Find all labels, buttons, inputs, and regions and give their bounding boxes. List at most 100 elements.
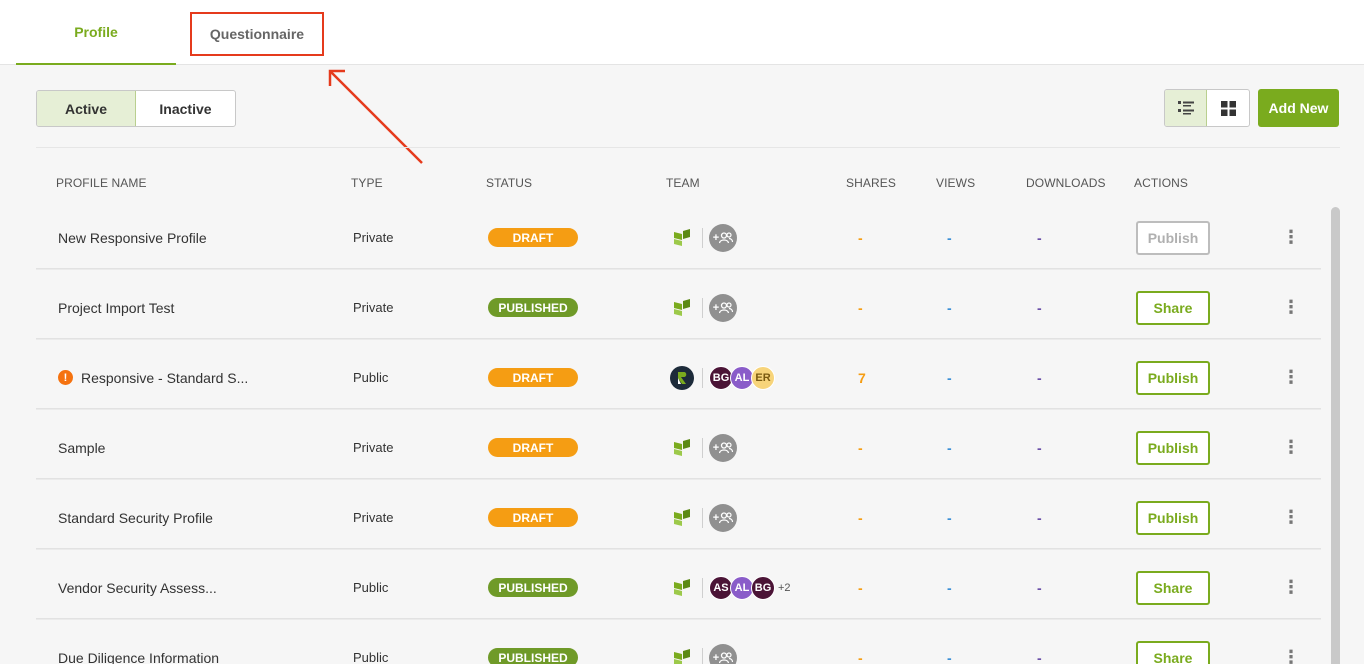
more-options-icon[interactable]: ⋮ <box>1282 627 1300 664</box>
views-count: - <box>947 299 952 316</box>
downloads-count: - <box>1037 439 1042 456</box>
profile-type: Public <box>353 650 389 664</box>
company-logo-icon <box>670 576 694 600</box>
shares-count: 7 <box>858 369 866 386</box>
team-separator <box>702 367 703 388</box>
company-logo-icon <box>670 506 694 530</box>
team-separator <box>702 437 703 458</box>
status-badge: DRAFT <box>488 228 578 247</box>
tab-questionnaire[interactable]: Questionnaire <box>190 12 324 56</box>
grid-view-button[interactable] <box>1207 90 1249 126</box>
profile-type: Private <box>353 230 394 245</box>
downloads-count: - <box>1037 369 1042 386</box>
shares-count: - <box>858 299 863 316</box>
tab-profile[interactable]: Profile <box>16 0 176 65</box>
team-separator <box>702 577 703 598</box>
publish-button[interactable]: Publish <box>1136 220 1210 255</box>
share-button[interactable]: Share <box>1136 640 1210 664</box>
more-options-icon[interactable]: ⋮ <box>1282 347 1300 408</box>
downloads-count: - <box>1037 579 1042 596</box>
status-badge: PUBLISHED <box>488 298 578 317</box>
status-badge: PUBLISHED <box>488 648 578 664</box>
views-count: - <box>947 369 952 386</box>
status-badge: DRAFT <box>488 438 578 457</box>
more-options-icon[interactable]: ⋮ <box>1282 487 1300 548</box>
add-team-member-icon[interactable]: + <box>709 293 737 322</box>
team-cell: + <box>670 417 737 478</box>
profile-name[interactable]: Sample <box>58 417 105 478</box>
company-logo-icon <box>670 436 694 460</box>
company-logo-icon <box>670 646 694 664</box>
column-header-views[interactable]: VIEWS <box>936 176 975 190</box>
more-members-count[interactable]: +2 <box>778 582 791 594</box>
column-header-profile-name[interactable]: PROFILE NAME <box>56 176 147 190</box>
column-header-status[interactable]: STATUS <box>486 176 532 190</box>
downloads-count: - <box>1037 509 1042 526</box>
vertical-scrollbar[interactable] <box>1331 207 1340 664</box>
add-team-member-icon[interactable]: + <box>709 643 737 664</box>
profile-type: Public <box>353 580 389 595</box>
more-options-icon[interactable]: ⋮ <box>1282 277 1300 338</box>
header-divider <box>36 147 1340 148</box>
profile-type: Private <box>353 440 394 455</box>
share-button[interactable]: Share <box>1136 290 1210 325</box>
shares-count: - <box>858 439 863 456</box>
add-team-member-icon[interactable]: + <box>709 503 737 532</box>
profile-name[interactable]: Responsive - Standard S... <box>81 370 248 386</box>
table-row[interactable]: Standard Security Profile Private DRAFT … <box>36 487 1321 549</box>
column-header-shares[interactable]: SHARES <box>846 176 896 190</box>
avatar[interactable]: BG <box>751 575 775 600</box>
more-options-icon[interactable]: ⋮ <box>1282 417 1300 478</box>
table-row[interactable]: Due Diligence Information Public PUBLISH… <box>36 627 1321 664</box>
avatar[interactable]: ER <box>751 365 775 390</box>
inactive-filter-button[interactable]: Inactive <box>136 91 235 126</box>
profile-name[interactable]: Standard Security Profile <box>58 487 213 548</box>
views-count: - <box>947 579 952 596</box>
views-count: - <box>947 439 952 456</box>
grid-view-icon <box>1220 100 1236 116</box>
table-row[interactable]: ! Responsive - Standard S... Public DRAFT… <box>36 347 1321 409</box>
profile-name[interactable]: Vendor Security Assess... <box>58 557 217 618</box>
list-view-icon <box>1177 101 1194 115</box>
profile-type: Public <box>353 370 389 385</box>
add-team-member-icon[interactable]: + <box>709 223 737 252</box>
view-toggle <box>1164 89 1250 127</box>
team-separator <box>702 297 703 318</box>
shares-count: - <box>858 509 863 526</box>
company-logo-icon <box>670 226 694 250</box>
downloads-count: - <box>1037 229 1042 246</box>
warning-icon: ! <box>58 370 73 385</box>
publish-button[interactable]: Publish <box>1136 430 1210 465</box>
more-options-icon[interactable]: ⋮ <box>1282 207 1300 268</box>
profile-type: Private <box>353 300 394 315</box>
profile-name[interactable]: New Responsive Profile <box>58 207 207 268</box>
status-filter: Active Inactive <box>36 90 236 127</box>
team-separator <box>702 227 703 248</box>
team-cell: + <box>670 627 737 664</box>
publish-button[interactable]: Publish <box>1136 360 1210 395</box>
profile-name[interactable]: Project Import Test <box>58 277 174 338</box>
profile-name[interactable]: Due Diligence Information <box>58 627 219 664</box>
team-cell: AS AL BG +2 <box>670 557 791 618</box>
share-button[interactable]: Share <box>1136 570 1210 605</box>
table-row[interactable]: Sample Private DRAFT + - - - Publish ⋮ <box>36 417 1321 479</box>
status-badge: DRAFT <box>488 508 578 527</box>
active-filter-button[interactable]: Active <box>37 91 136 126</box>
views-count: - <box>947 649 952 664</box>
profile-type: Private <box>353 510 394 525</box>
table-row[interactable]: New Responsive Profile Private DRAFT + -… <box>36 207 1321 269</box>
publish-button[interactable]: Publish <box>1136 500 1210 535</box>
team-cell: BG AL ER <box>670 347 775 408</box>
column-header-team[interactable]: TEAM <box>666 176 700 190</box>
more-options-icon[interactable]: ⋮ <box>1282 557 1300 618</box>
add-team-member-icon[interactable]: + <box>709 433 737 462</box>
list-view-button[interactable] <box>1165 90 1207 126</box>
column-header-type[interactable]: TYPE <box>351 176 383 190</box>
column-header-downloads[interactable]: DOWNLOADS <box>1026 176 1106 190</box>
table-row[interactable]: Vendor Security Assess... Public PUBLISH… <box>36 557 1321 619</box>
table-row[interactable]: Project Import Test Private PUBLISHED + … <box>36 277 1321 339</box>
team-cell: + <box>670 277 737 338</box>
add-new-button[interactable]: Add New <box>1258 89 1339 127</box>
team-cell: + <box>670 487 737 548</box>
column-header-actions: ACTIONS <box>1134 176 1189 190</box>
